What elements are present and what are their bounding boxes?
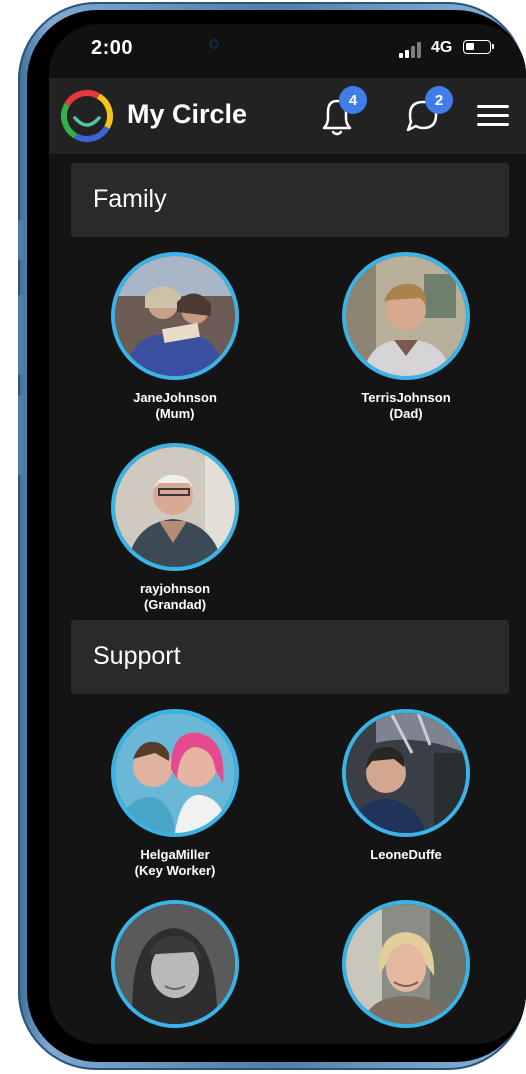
- notifications-badge: 4: [339, 86, 367, 114]
- member-name: TerrisJohnson: [361, 390, 451, 405]
- notifications-button[interactable]: 4: [307, 86, 367, 146]
- member-card[interactable]: [316, 900, 496, 1038]
- avatar: [111, 709, 239, 837]
- member-card[interactable]: TerrisJohnson (Dad): [316, 252, 496, 422]
- section-header-support: Support: [71, 620, 509, 694]
- avatar: [342, 900, 470, 1028]
- section-title: Family: [93, 185, 167, 213]
- status-time: 2:00: [91, 37, 134, 59]
- battery-icon: [463, 40, 494, 54]
- hamburger-menu-button[interactable]: [477, 105, 509, 127]
- member-name: LeoneDuffe: [370, 847, 442, 862]
- member-card[interactable]: [85, 900, 265, 1038]
- section-header-family: Family: [71, 163, 509, 237]
- member-name: JaneJohnson: [133, 390, 217, 405]
- member-card[interactable]: LeoneDuffe: [316, 709, 496, 863]
- volume-up-button: [18, 295, 24, 375]
- app-title: My Circle: [127, 99, 248, 129]
- silent-switch: [18, 220, 24, 260]
- section-title: Support: [93, 642, 181, 670]
- messages-badge: 2: [425, 86, 453, 114]
- avatar: [111, 443, 239, 571]
- member-card[interactable]: HelgaMiller (Key Worker): [85, 709, 265, 879]
- member-card[interactable]: rayjohnson (Grandad): [85, 443, 265, 613]
- member-role: (Mum): [155, 406, 195, 421]
- front-camera: [209, 39, 219, 49]
- member-name: rayjohnson: [139, 581, 211, 596]
- member-card[interactable]: JaneJohnson (Mum): [85, 252, 265, 422]
- app-header: My Circle 4 2: [49, 78, 526, 154]
- circle-content[interactable]: Family JaneJohnson (Mum) TerrisJohnson (…: [49, 154, 526, 1044]
- member-role: (Dad): [389, 406, 423, 421]
- avatar: [111, 900, 239, 1028]
- member-role: (Key Worker): [134, 863, 216, 878]
- signal-icon: [399, 42, 425, 58]
- member-role: (Grandad): [143, 597, 207, 612]
- messages-button[interactable]: 2: [393, 86, 453, 146]
- member-name: HelgaMiller: [140, 847, 210, 862]
- phone-screen: 2:00 4G My Circle 4 2 Family JaneJohnson…: [49, 24, 526, 1044]
- status-bar: 2:00 4G: [49, 24, 526, 78]
- volume-down-button: [18, 395, 24, 475]
- network-type: 4G: [431, 39, 453, 56]
- avatar: [342, 709, 470, 837]
- avatar: [111, 252, 239, 380]
- avatar: [342, 252, 470, 380]
- app-logo-icon: [59, 88, 115, 144]
